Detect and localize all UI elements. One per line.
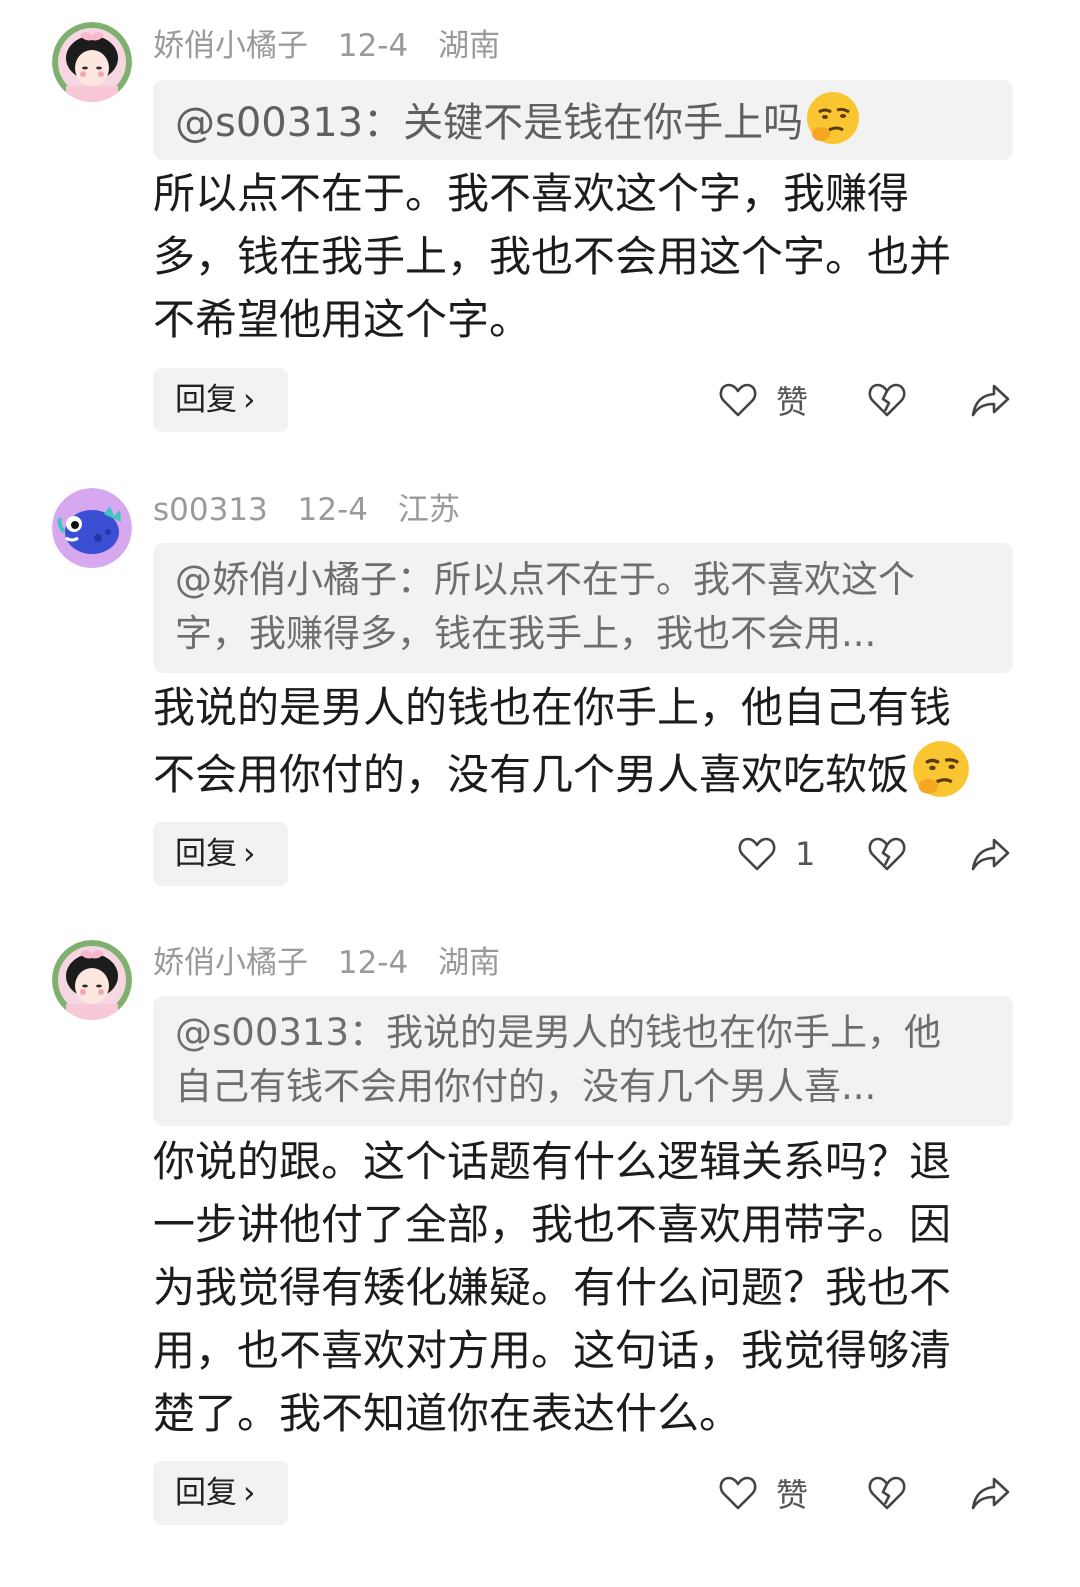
comment-body-line: 我说的是男人的钱也在你手上，他自己有钱	[153, 683, 952, 732]
heart-icon	[719, 1476, 757, 1510]
quoted-reply[interactable]: @s00313：关键不是钱在你手上吗	[153, 80, 1013, 160]
reply-label: 回复	[175, 1475, 237, 1511]
comment-body-line: 楚了。我不知道你在表达什么。	[153, 1389, 742, 1438]
quoted-reply[interactable]: @娇俏小橘子：所以点不在于。我不喜欢这个 字，我赚得多，钱在我手上，我也不会用.…	[153, 543, 1013, 673]
heart-icon	[719, 383, 757, 417]
comment-body-line: 不会用你付的，没有几个男人喜欢吃软饭	[153, 750, 910, 799]
girl-avatar-icon	[52, 940, 132, 1020]
comment-body-line: 一步讲他付了全部，我也不喜欢用带字。因	[153, 1200, 952, 1249]
reply-button[interactable]: 回复 ›	[153, 1461, 288, 1525]
comment-date: 12-4	[297, 492, 368, 528]
user-avatar[interactable]	[52, 940, 132, 1020]
dislike-button[interactable]	[867, 1461, 907, 1525]
comment-location: 湖南	[438, 28, 501, 64]
quote-text: 字，我赚得多，钱在我手上，我也不会用...	[175, 612, 877, 655]
comment-meta: 娇俏小橘子 12-4 湖南	[153, 24, 520, 68]
comment-date: 12-4	[337, 28, 409, 64]
comment-date: 12-4	[337, 945, 409, 981]
comment-location: 湖南	[438, 945, 501, 981]
broken-heart-icon	[868, 1476, 906, 1510]
fish-avatar-icon	[52, 488, 132, 568]
comment-body-line: 为我觉得有矮化嫌疑。有什么问题？我也不	[153, 1263, 952, 1312]
broken-heart-icon	[868, 837, 906, 871]
quote-text: 自己有钱不会用你付的，没有几个男人喜...	[175, 1065, 877, 1108]
username[interactable]: 娇俏小橘子	[153, 28, 308, 64]
dislike-button[interactable]	[867, 368, 907, 432]
share-button[interactable]	[970, 1461, 1012, 1525]
like-button[interactable]: 赞	[718, 1461, 808, 1525]
share-arrow-icon	[971, 838, 1010, 871]
chevron-right-icon: ›	[243, 382, 256, 418]
broken-heart-icon	[868, 383, 906, 417]
reply-label: 回复	[175, 836, 237, 872]
comment-meta: 娇俏小橘子 12-4 湖南	[153, 941, 520, 985]
quoted-reply[interactable]: @s00313：我说的是男人的钱也在你手上，他 自己有钱不会用你付的，没有几个男…	[153, 996, 1013, 1126]
dislike-button[interactable]	[867, 822, 907, 886]
like-count: 赞	[776, 383, 809, 421]
comment-body: 你说的跟。这个话题有什么逻辑关系吗？退 一步讲他付了全部，我也不喜欢用带字。因 …	[153, 1130, 993, 1445]
comment-body-line: 用，也不喜欢对方用。这句话，我觉得够清	[153, 1326, 952, 1375]
comment-body-line: 不希望他用这个字。	[153, 295, 532, 344]
reply-button[interactable]: 回复 ›	[153, 822, 288, 886]
comment-meta: s00313 12-4 江苏	[153, 488, 480, 532]
like-button[interactable]: 1	[737, 822, 815, 886]
username[interactable]: s00313	[153, 492, 268, 528]
chevron-right-icon: ›	[243, 836, 256, 872]
share-arrow-icon	[971, 384, 1010, 417]
user-avatar[interactable]	[52, 22, 132, 102]
thinking-smirk-emoji-icon	[911, 739, 971, 799]
comment-body: 所以点不在于。我不喜欢这个字，我赚得 多，钱在我手上，我也不会用这个字。也并 不…	[153, 162, 993, 351]
quote-text: @娇俏小橘子：所以点不在于。我不喜欢这个	[175, 558, 915, 601]
comment-body-line: 多，钱在我手上，我也不会用这个字。也并	[153, 232, 952, 281]
comment-body-line: 所以点不在于。我不喜欢这个字，我赚得	[153, 169, 910, 218]
like-button[interactable]: 赞	[718, 368, 808, 432]
like-count: 1	[795, 835, 816, 873]
comment-location: 江苏	[397, 492, 460, 528]
reply-label: 回复	[175, 382, 237, 418]
quote-text: @s00313：我说的是男人的钱也在你手上，他	[175, 1011, 941, 1054]
user-avatar[interactable]	[52, 488, 132, 568]
girl-avatar-icon	[52, 22, 132, 102]
share-button[interactable]	[970, 822, 1012, 886]
thinking-smirk-emoji-icon	[805, 90, 861, 146]
reply-button[interactable]: 回复 ›	[153, 368, 288, 432]
quote-text: @s00313：关键不是钱在你手上吗	[175, 100, 804, 146]
chevron-right-icon: ›	[243, 1475, 256, 1511]
comment-body: 我说的是男人的钱也在你手上，他自己有钱 不会用你付的，没有几个男人喜欢吃软饭	[153, 676, 993, 806]
like-count: 赞	[776, 1476, 809, 1514]
comment-body-line: 你说的跟。这个话题有什么逻辑关系吗？退	[153, 1137, 952, 1186]
share-arrow-icon	[971, 1477, 1010, 1510]
username[interactable]: 娇俏小橘子	[153, 945, 308, 981]
heart-icon	[738, 837, 776, 871]
share-button[interactable]	[970, 368, 1012, 432]
